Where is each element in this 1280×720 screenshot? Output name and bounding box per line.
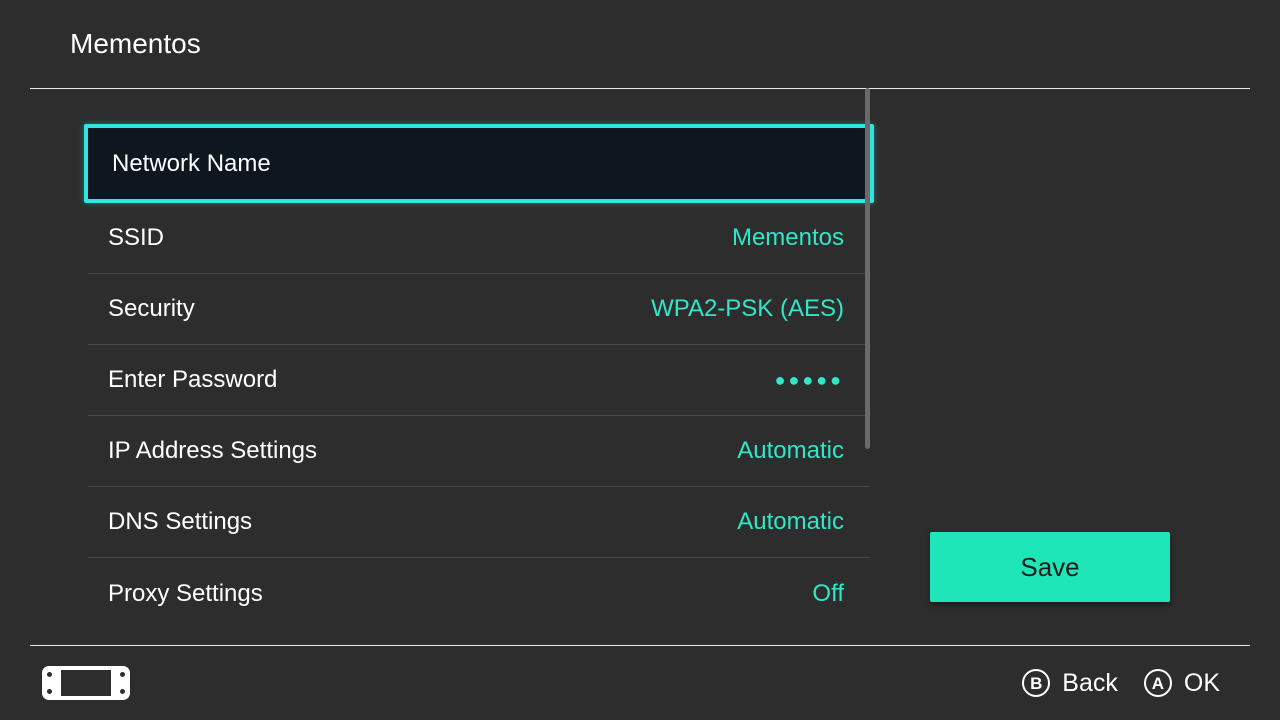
row-value: ●●●●● [775, 370, 844, 391]
row-label: Security [108, 295, 195, 323]
controller-icon [42, 666, 130, 700]
row-security[interactable]: Security WPA2-PSK (AES) [88, 274, 870, 345]
row-label: Proxy Settings [108, 580, 263, 608]
row-value: Mementos [732, 224, 844, 252]
row-label: SSID [108, 224, 164, 252]
row-enter-password[interactable]: Enter Password ●●●●● [88, 345, 870, 416]
row-ssid[interactable]: SSID Mementos [88, 203, 870, 274]
row-ip-address-settings[interactable]: IP Address Settings Automatic [88, 416, 870, 487]
hint-back[interactable]: B Back [1022, 669, 1118, 698]
page-title: Mementos [70, 28, 201, 60]
save-button[interactable]: Save [930, 532, 1170, 602]
row-label: Enter Password [108, 366, 277, 394]
row-network-name[interactable]: Network Name [84, 124, 874, 203]
row-label: Network Name [112, 150, 271, 178]
hint-label: OK [1184, 669, 1220, 698]
settings-list: Network Name SSID Mementos Security WPA2… [0, 88, 870, 646]
footer: B Back A OK [0, 646, 1280, 720]
row-proxy-settings[interactable]: Proxy Settings Off [88, 558, 870, 629]
row-dns-settings[interactable]: DNS Settings Automatic [88, 487, 870, 558]
a-button-icon: A [1144, 669, 1172, 697]
header: Mementos [0, 0, 1280, 88]
row-label: DNS Settings [108, 508, 252, 536]
side-pane: Save [870, 88, 1280, 646]
row-value: WPA2-PSK (AES) [651, 295, 844, 323]
content-area: Network Name SSID Mementos Security WPA2… [0, 88, 1280, 646]
row-label: IP Address Settings [108, 437, 317, 465]
row-value: Automatic [737, 508, 844, 536]
b-button-icon: B [1022, 669, 1050, 697]
hint-label: Back [1062, 669, 1118, 698]
row-value: Off [812, 580, 844, 608]
hint-ok[interactable]: A OK [1144, 669, 1220, 698]
row-value: Automatic [737, 437, 844, 465]
